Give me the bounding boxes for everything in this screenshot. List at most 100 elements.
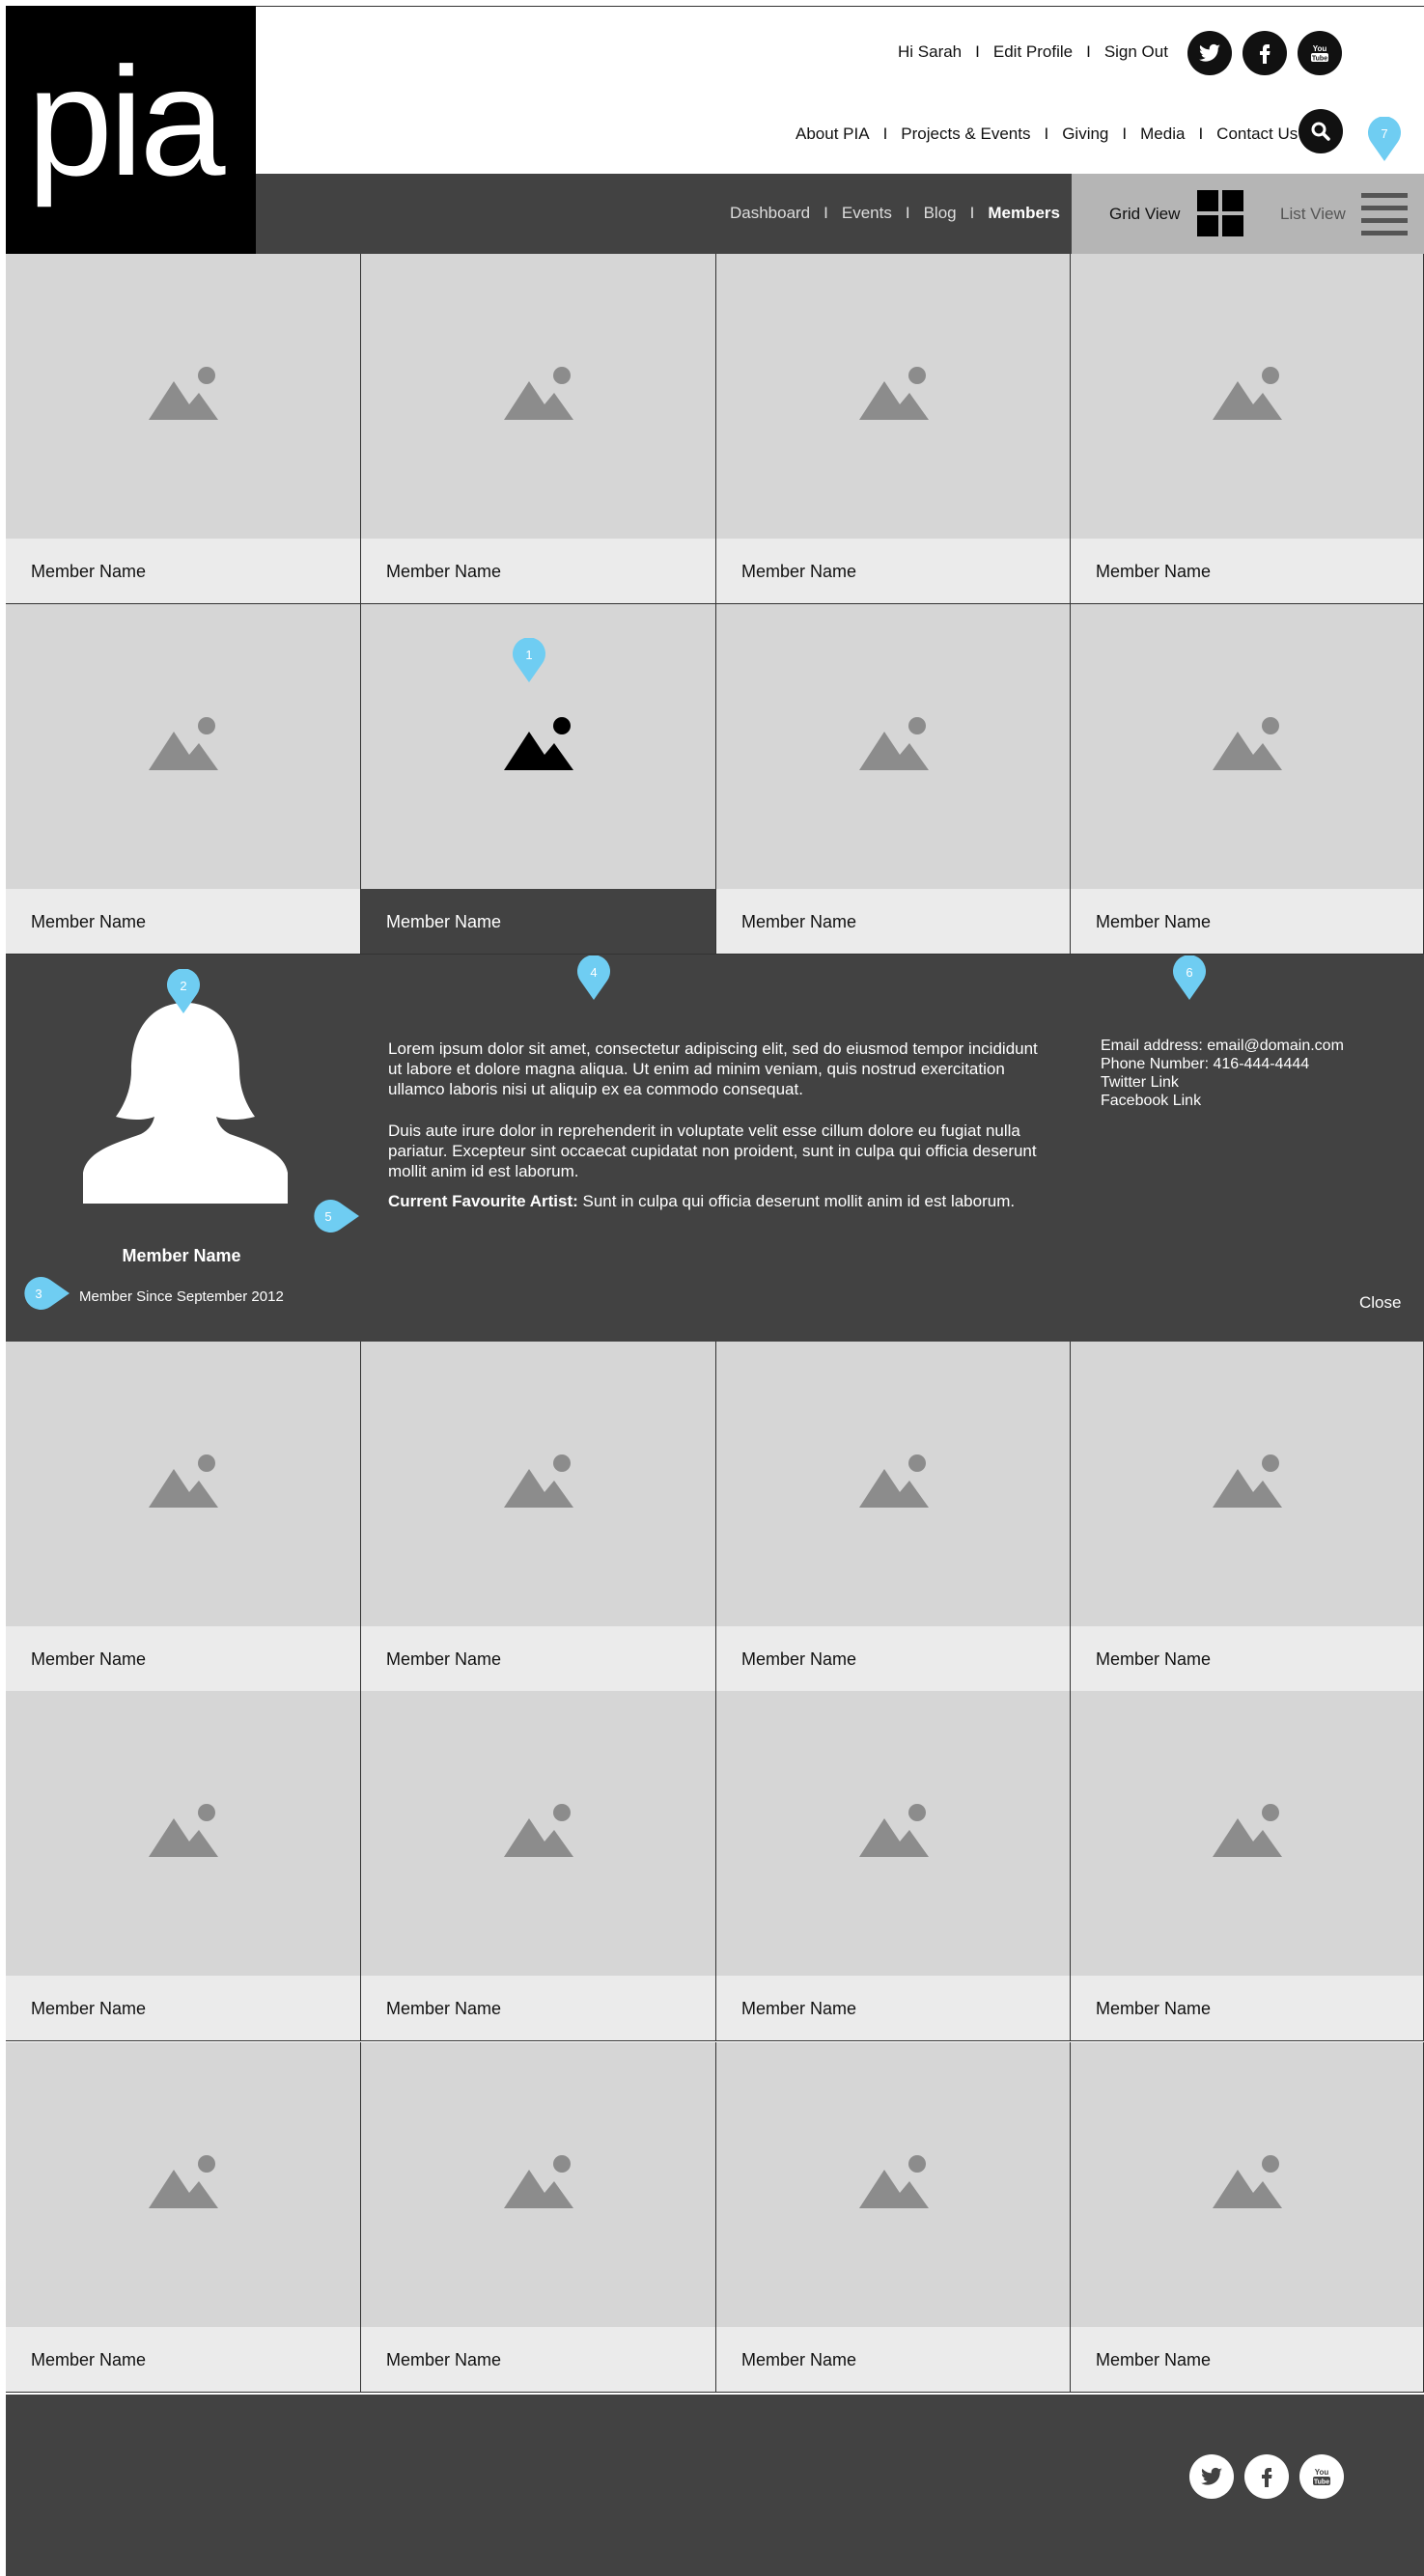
member-photo-placeholder[interactable] (1071, 2042, 1424, 2327)
member-tile[interactable]: Member Name (716, 2042, 1071, 2393)
member-tile[interactable]: Member Name (361, 1342, 716, 1692)
subnav-blog[interactable]: Blog (924, 204, 957, 223)
footer-youtube-icon[interactable]: You Tube (1299, 2454, 1344, 2499)
pia-logo[interactable]: pia (6, 6, 256, 254)
member-photo-placeholder[interactable] (6, 1691, 361, 1976)
sign-out-link[interactable]: Sign Out (1104, 42, 1168, 62)
separator: I (824, 204, 828, 222)
member-name-label[interactable]: Member Name (6, 1626, 361, 1692)
image-placeholder-icon (504, 2154, 573, 2208)
facebook-icon[interactable] (1243, 31, 1287, 75)
member-name-label[interactable]: Member Name (6, 1976, 361, 2041)
member-tile[interactable]: Member Name (716, 254, 1071, 604)
annotation-pin: 7 (1367, 116, 1402, 161)
member-tile[interactable]: Member Name (361, 2042, 716, 2393)
image-placeholder-icon (1213, 1454, 1282, 1508)
member-name-label[interactable]: Member Name (716, 1976, 1071, 2041)
member-name-label[interactable]: Member Name (716, 539, 1071, 604)
nav-giving[interactable]: Giving (1062, 125, 1108, 144)
footer-facebook-icon[interactable] (1244, 2454, 1289, 2499)
member-name-label[interactable]: Member Name (6, 2327, 361, 2393)
twitter-link[interactable]: Twitter Link (1101, 1073, 1344, 1092)
subnav-events[interactable]: Events (842, 204, 892, 223)
annotation-pin: 5 (311, 1199, 359, 1233)
svg-text:Tube: Tube (1312, 56, 1327, 63)
search-icon[interactable] (1298, 109, 1343, 153)
pin-number: 1 (525, 648, 532, 662)
member-photo-placeholder[interactable] (716, 2042, 1071, 2327)
member-name-label[interactable]: Member Name (1071, 1976, 1424, 2041)
member-tile[interactable]: Member Name (1071, 254, 1424, 604)
member-tile[interactable]: Member Name (1071, 2042, 1424, 2393)
subnav-dashboard[interactable]: Dashboard (730, 204, 810, 223)
member-photo-placeholder[interactable] (6, 1342, 361, 1626)
member-name-label[interactable]: Member Name (716, 889, 1071, 955)
member-name-label[interactable]: Member Name (1071, 2327, 1424, 2393)
member-name-label[interactable]: Member Name (6, 539, 361, 604)
member-name-label[interactable]: Member Name (1071, 889, 1424, 955)
member-name-label[interactable]: Member Name (716, 1626, 1071, 1692)
pin-number: 3 (35, 1287, 42, 1301)
member-photo-placeholder[interactable] (716, 1691, 1071, 1976)
member-tile[interactable]: Member Name (716, 1342, 1071, 1692)
edit-profile-link[interactable]: Edit Profile (993, 42, 1073, 62)
svg-text:You: You (1315, 2468, 1329, 2477)
member-photo-placeholder[interactable] (361, 254, 716, 539)
pin-number: 6 (1186, 965, 1192, 980)
member-tile[interactable]: Member Name (6, 1342, 361, 1692)
member-photo-placeholder[interactable] (716, 1342, 1071, 1626)
close-button[interactable]: Close (1359, 1293, 1401, 1313)
member-name-label[interactable]: Member Name (716, 2327, 1071, 2393)
member-name-label[interactable]: Member Name (361, 889, 716, 955)
nav-contact[interactable]: Contact Us (1216, 125, 1298, 144)
member-tile[interactable]: Member Name (1071, 604, 1424, 955)
member-photo-placeholder[interactable] (716, 254, 1071, 539)
nav-about[interactable]: About PIA (796, 125, 870, 144)
member-tile[interactable]: Member Name (361, 254, 716, 604)
member-photo-placeholder[interactable] (361, 1691, 716, 1976)
footer-twitter-icon[interactable] (1189, 2454, 1234, 2499)
member-tile[interactable]: Member Name (716, 1691, 1071, 2041)
member-name-label[interactable]: Member Name (361, 2327, 716, 2393)
member-photo-placeholder[interactable] (6, 2042, 361, 2327)
list-view-label[interactable]: List View (1280, 205, 1346, 224)
member-tile[interactable]: Member Name (6, 254, 361, 604)
list-view-icon[interactable] (1361, 190, 1408, 236)
member-photo-placeholder[interactable] (1071, 1691, 1424, 1976)
nav-media[interactable]: Media (1140, 125, 1185, 144)
member-photo-placeholder[interactable] (6, 604, 361, 889)
member-name-label[interactable]: Member Name (1071, 539, 1424, 604)
grid-view-label[interactable]: Grid View (1109, 205, 1180, 224)
nav-projects-events[interactable]: Projects & Events (901, 125, 1030, 144)
member-tile[interactable]: Member Name (1071, 1691, 1424, 2041)
member-name-label[interactable]: Member Name (361, 1626, 716, 1692)
member-name-label[interactable]: Member Name (1071, 1626, 1424, 1692)
member-tile[interactable]: Member Name (6, 1691, 361, 2041)
grid-view-icon[interactable] (1197, 190, 1243, 236)
member-name-label[interactable]: Member Name (6, 889, 361, 955)
facebook-link[interactable]: Facebook Link (1101, 1092, 1344, 1110)
member-tile[interactable]: Member Name (716, 604, 1071, 955)
member-name-label[interactable]: Member Name (361, 539, 716, 604)
subnav-members[interactable]: Members (988, 204, 1060, 223)
member-photo-placeholder[interactable] (716, 604, 1071, 889)
pin-number: 2 (180, 979, 186, 993)
email-address[interactable]: Email address: email@domain.com (1101, 1037, 1344, 1055)
favourite-artist-label: Current Favourite Artist: (388, 1192, 578, 1210)
member-tile[interactable]: Member Name (6, 2042, 361, 2393)
member-photo-placeholder[interactable] (1071, 1342, 1424, 1626)
image-placeholder-icon (504, 366, 573, 420)
member-tile[interactable]: Member Name (6, 604, 361, 955)
member-tile[interactable]: Member Name (361, 1691, 716, 2041)
member-photo-placeholder[interactable] (1071, 604, 1424, 889)
member-tile[interactable]: Member Name (1071, 1342, 1424, 1692)
bio-paragraph-2: Duis aute irure dolor in reprehenderit i… (388, 1122, 1037, 1180)
youtube-icon[interactable]: You Tube (1298, 31, 1342, 75)
member-photo-placeholder[interactable] (6, 254, 361, 539)
member-photo-placeholder[interactable] (361, 2042, 716, 2327)
image-placeholder-icon (1213, 716, 1282, 770)
twitter-icon[interactable] (1187, 31, 1232, 75)
member-photo-placeholder[interactable] (361, 1342, 716, 1626)
member-name-label[interactable]: Member Name (361, 1976, 716, 2041)
member-photo-placeholder[interactable] (1071, 254, 1424, 539)
